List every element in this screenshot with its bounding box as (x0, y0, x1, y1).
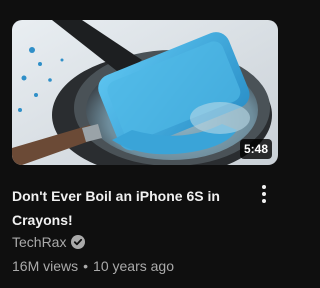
channel-info: TechRax (12, 232, 86, 252)
view-count: 16M views (12, 258, 79, 274)
video-title[interactable]: Don't Ever Boil an iPhone 6S in Crayons! (12, 184, 252, 232)
verified-check-icon (71, 235, 86, 249)
more-vert-icon (262, 185, 266, 203)
video-thumbnail[interactable]: 5:48 (12, 20, 278, 165)
upload-age: 10 years ago (93, 258, 174, 274)
thumbnail-image (12, 20, 278, 165)
more-actions-button[interactable] (252, 182, 276, 206)
video-card[interactable]: 5:48 Don't Ever Boil an iPhone 6S in Cra… (0, 0, 290, 288)
meta-separator: • (83, 258, 89, 274)
channel-name[interactable]: TechRax (12, 234, 66, 250)
duration-badge: 5:48 (239, 139, 272, 159)
video-metadata: 16M views • 10 years ago (12, 256, 174, 276)
